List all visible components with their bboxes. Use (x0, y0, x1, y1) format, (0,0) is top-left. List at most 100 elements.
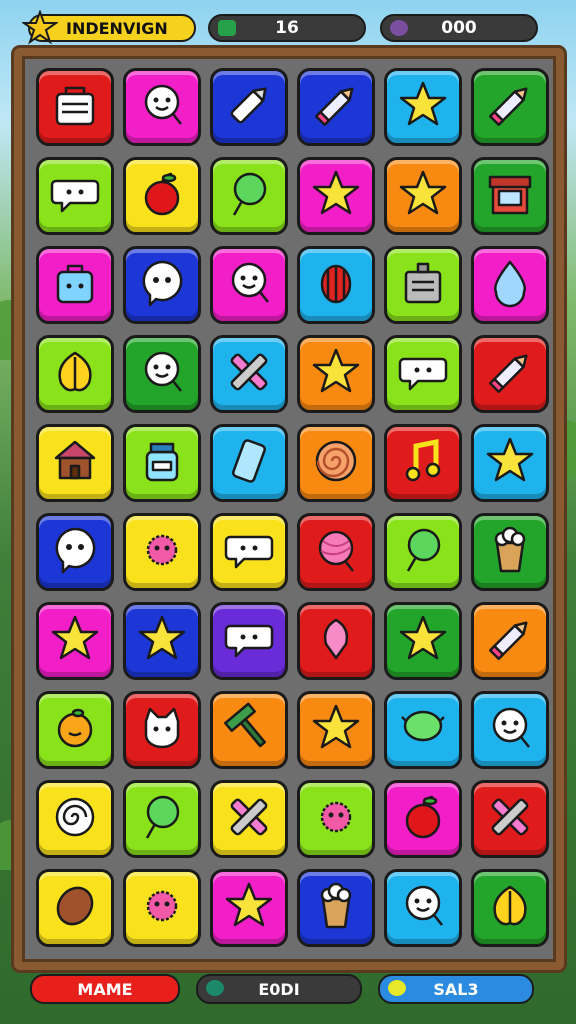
board-tile[interactable] (210, 424, 288, 502)
edit-icon (206, 980, 224, 996)
swirl-candy-icon (309, 434, 363, 492)
leaf-bubble-icon (396, 701, 450, 759)
board-tile[interactable] (471, 869, 549, 947)
board-tile[interactable] (471, 68, 549, 146)
board-tile[interactable] (36, 424, 114, 502)
board-tile[interactable] (297, 424, 375, 502)
star-icon (396, 78, 450, 136)
board-tile[interactable] (36, 780, 114, 858)
board-tile[interactable] (384, 157, 462, 235)
face-lollipop-icon (396, 879, 450, 937)
sale-button-label: SAL3 (433, 979, 479, 999)
popcorn-icon (309, 879, 363, 937)
board-tile[interactable] (297, 335, 375, 413)
board-tile[interactable] (384, 869, 462, 947)
chat-bubble-icon (222, 523, 276, 581)
board-tile[interactable] (36, 246, 114, 324)
board-tile[interactable] (123, 513, 201, 591)
star-icon (396, 612, 450, 670)
board-tile[interactable] (297, 602, 375, 680)
board-tile[interactable] (210, 869, 288, 947)
score-value: 16 (275, 18, 299, 38)
chat-bubble-icon (48, 167, 102, 225)
board-tile[interactable] (36, 335, 114, 413)
tile-grid (36, 68, 549, 947)
name-button-label: MAME (77, 979, 133, 999)
board-tile[interactable] (471, 335, 549, 413)
star-badge-icon (22, 10, 58, 45)
board-tile[interactable] (297, 157, 375, 235)
board-tile[interactable] (210, 246, 288, 324)
edit-button[interactable]: E0DI (196, 974, 362, 1004)
board-tile[interactable] (210, 513, 288, 591)
board-tile[interactable] (471, 157, 549, 235)
board-tile[interactable] (210, 68, 288, 146)
ghost-bubble-icon (48, 523, 102, 581)
star-icon (396, 167, 450, 225)
star-icon (309, 345, 363, 403)
board-tile[interactable] (210, 780, 288, 858)
board-tile[interactable] (36, 691, 114, 769)
board-tile[interactable] (123, 335, 201, 413)
shop-icon (483, 167, 537, 225)
board-tile[interactable] (471, 691, 549, 769)
level-title-pill[interactable]: INDENVIGN (22, 10, 196, 45)
seed-icon (48, 879, 102, 937)
board-tile[interactable] (384, 691, 462, 769)
board-tile[interactable] (123, 869, 201, 947)
coins-value: 000 (441, 18, 477, 38)
board-tile[interactable] (36, 513, 114, 591)
face-lollipop-icon (135, 78, 189, 136)
board-tile[interactable] (36, 869, 114, 947)
board-tile[interactable] (123, 68, 201, 146)
board-tile[interactable] (297, 780, 375, 858)
coins-pill: 000 (380, 14, 538, 42)
chat-bubble-icon (222, 612, 276, 670)
board-tile[interactable] (471, 780, 549, 858)
board-tile[interactable] (36, 68, 114, 146)
board-tile[interactable] (123, 780, 201, 858)
bag-face-icon (48, 256, 102, 314)
face-lollipop-icon (135, 345, 189, 403)
balloon-icon (309, 612, 363, 670)
board-tile[interactable] (36, 157, 114, 235)
board-tile[interactable] (297, 869, 375, 947)
board-tile[interactable] (297, 68, 375, 146)
star-icon (483, 434, 537, 492)
board-tile[interactable] (297, 691, 375, 769)
board-tile[interactable] (384, 780, 462, 858)
board-tile[interactable] (384, 68, 462, 146)
board-tile[interactable] (123, 691, 201, 769)
name-button[interactable]: MAME (30, 974, 180, 1004)
board-tile[interactable] (36, 602, 114, 680)
board-tile[interactable] (210, 602, 288, 680)
board-tile[interactable] (384, 513, 462, 591)
board-tile[interactable] (384, 246, 462, 324)
chat-bubble-icon (396, 345, 450, 403)
board-tile[interactable] (210, 691, 288, 769)
apple-icon (396, 790, 450, 848)
board-tile[interactable] (123, 157, 201, 235)
yarn-ball-icon (309, 523, 363, 581)
board-tile[interactable] (123, 246, 201, 324)
board-tile[interactable] (471, 602, 549, 680)
board-tile[interactable] (297, 246, 375, 324)
board-tile[interactable] (297, 513, 375, 591)
leaf-icon (483, 879, 537, 937)
score-pill: 16 (208, 14, 366, 42)
board-tile[interactable] (384, 335, 462, 413)
sale-button[interactable]: SAL3 (378, 974, 534, 1004)
board-tile[interactable] (384, 424, 462, 502)
star-icon (222, 879, 276, 937)
board-tile[interactable] (210, 157, 288, 235)
edit-button-label: E0DI (258, 979, 300, 999)
board-tile[interactable] (123, 602, 201, 680)
board-tile[interactable] (210, 335, 288, 413)
board-tile[interactable] (471, 246, 549, 324)
board-tile[interactable] (471, 424, 549, 502)
board-tile[interactable] (471, 513, 549, 591)
pencil-icon (483, 345, 537, 403)
board-tile[interactable] (384, 602, 462, 680)
orange-fruit-icon (48, 701, 102, 759)
board-tile[interactable] (123, 424, 201, 502)
